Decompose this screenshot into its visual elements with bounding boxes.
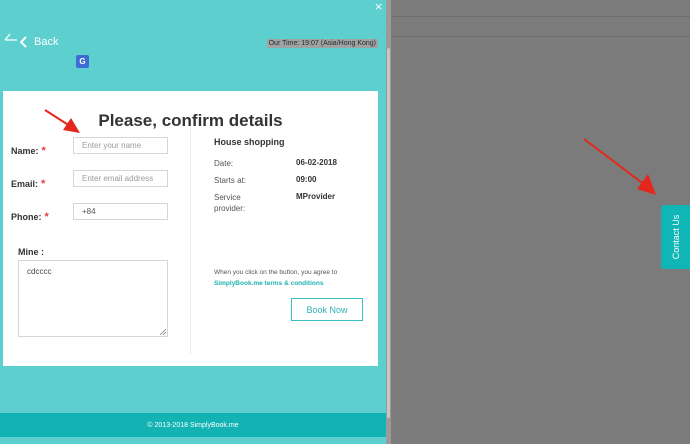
- confirm-details-card: Please, confirm details Name:* Email:* P…: [3, 91, 378, 366]
- back-arrow-icon[interactable]: [3, 31, 19, 49]
- date-value: 06-02-2018: [296, 158, 337, 167]
- phone-input[interactable]: [73, 203, 168, 220]
- email-label-text: Email:: [11, 179, 39, 189]
- date-label: Date:: [214, 159, 234, 168]
- provider-label-line1: Service: [214, 193, 241, 202]
- scrollbar-thumb[interactable]: [387, 48, 390, 418]
- backdrop-line: [386, 36, 690, 37]
- close-icon[interactable]: ×: [374, 0, 383, 13]
- booking-widget-panel: × Back Our Time: 19:07 (Asia/Hong Kong) …: [0, 0, 386, 444]
- email-input[interactable]: [73, 170, 168, 187]
- email-label: Email: *: [11, 178, 45, 190]
- mine-label: Mine :: [18, 247, 44, 257]
- backdrop-line: [386, 16, 690, 17]
- annotation-arrow-contact-us: [583, 138, 656, 195]
- our-time-label: Our Time: 19:07 (Asia/Hong Kong): [266, 39, 378, 48]
- agree-text: When you click on the button, you agree …: [214, 269, 338, 276]
- required-mark: *: [44, 211, 49, 223]
- contact-us-tab[interactable]: Contact Us: [661, 205, 690, 269]
- required-mark: *: [41, 178, 46, 190]
- back-label: Back: [34, 36, 59, 48]
- book-now-button[interactable]: Book Now: [291, 298, 363, 321]
- column-divider: [190, 129, 191, 354]
- name-label-text: Name:: [11, 146, 39, 156]
- service-title: House shopping: [214, 137, 285, 147]
- terms-link[interactable]: SimplyBook.me terms & conditions: [214, 280, 323, 287]
- footer: © 2013-2018 SimplyBook.me: [0, 413, 386, 437]
- contact-us-label: Contact Us: [670, 214, 681, 260]
- starts-label: Starts at:: [214, 176, 247, 185]
- phone-label: Phone: *: [11, 211, 49, 223]
- provider-value: MProvider: [296, 192, 336, 201]
- starts-value: 09:00: [296, 175, 317, 184]
- mine-textarea[interactable]: cdcccc: [18, 260, 168, 337]
- provider-label: Service provider:: [214, 192, 245, 214]
- page-title: Please, confirm details: [98, 111, 283, 130]
- translate-icon[interactable]: G: [76, 55, 89, 68]
- back-link[interactable]: Back: [20, 36, 58, 48]
- provider-label-line2: provider:: [214, 204, 246, 213]
- chevron-left-icon: [20, 36, 27, 48]
- resize-grip-icon[interactable]: [160, 329, 166, 335]
- phone-label-text: Phone:: [11, 212, 42, 222]
- copyright-text: © 2013-2018 SimplyBook.me: [147, 421, 239, 429]
- required-mark: *: [41, 145, 46, 157]
- name-label: Name: *: [11, 145, 46, 157]
- name-input[interactable]: [73, 137, 168, 154]
